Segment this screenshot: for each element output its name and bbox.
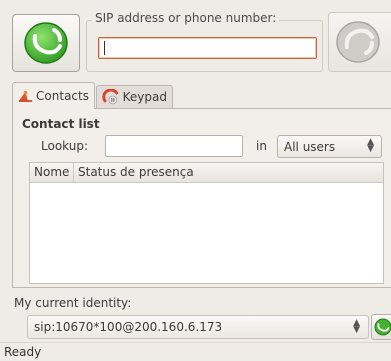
status-text: Ready <box>4 345 42 359</box>
column-header-name[interactable]: Nome <box>30 163 74 182</box>
contact-list-title: Contact list <box>22 117 100 131</box>
spin-arrows-icon: ▲ ▼ <box>353 318 360 335</box>
identity-value: sip:10670*100@200.160.6.173 <box>34 320 223 334</box>
users-filter-value: All users <box>284 140 336 154</box>
column-header-presence[interactable]: Status de presença <box>74 163 198 182</box>
identity-call-button[interactable] <box>371 314 391 340</box>
in-label: in <box>256 139 267 153</box>
hangup-button[interactable] <box>328 12 391 72</box>
identity-select[interactable]: sip:10670*100@200.160.6.173 ▲ ▼ <box>27 315 369 339</box>
tab-keypad[interactable]: Keypad <box>96 85 173 108</box>
sip-label: SIP address or phone number: <box>92 11 280 25</box>
contacts-table[interactable]: Nome Status de presença <box>29 162 384 284</box>
call-icon <box>24 22 68 64</box>
identity-label: My current identity: <box>14 296 132 310</box>
lookup-label: Lookup: <box>41 139 89 153</box>
call-icon <box>374 318 391 336</box>
hangup-icon <box>336 21 380 63</box>
status-divider <box>0 342 391 343</box>
call-button[interactable] <box>12 14 80 72</box>
keypad-icon <box>102 89 119 105</box>
contacts-icon <box>18 90 33 102</box>
lookup-input[interactable] <box>105 135 243 157</box>
tab-contacts-label: Contacts <box>36 89 89 103</box>
table-header: Nome Status de presença <box>30 163 383 183</box>
users-filter-select[interactable]: All users ▲ ▼ <box>277 135 382 158</box>
tab-keypad-label: Keypad <box>122 90 167 104</box>
spin-arrows-icon: ▲ ▼ <box>367 137 374 154</box>
text-caret <box>104 41 105 55</box>
sip-address-input[interactable] <box>98 37 317 59</box>
tab-contacts[interactable]: Contacts <box>12 82 95 109</box>
